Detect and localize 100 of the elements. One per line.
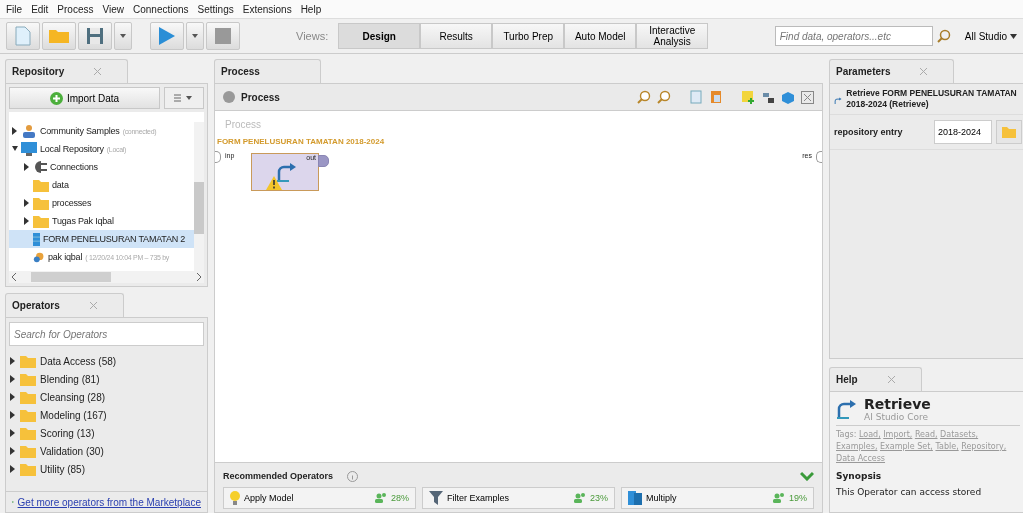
run-button[interactable] (150, 22, 184, 50)
output-port[interactable] (816, 151, 822, 163)
breadcrumb[interactable]: Process (223, 91, 280, 103)
menu-button[interactable] (164, 87, 204, 109)
close-icon[interactable] (89, 302, 97, 309)
tree-item[interactable]: data (9, 176, 194, 194)
folder-icon (1002, 126, 1016, 138)
clipboard-icon[interactable] (709, 90, 723, 104)
scroll-left-icon[interactable] (9, 273, 19, 281)
folder-icon (48, 28, 70, 44)
expand-arrow-icon[interactable] (24, 199, 30, 207)
tree-item[interactable]: FORM PENELUSURAN TAMATAN 2 (9, 230, 194, 248)
operator-group[interactable]: Data Access (58) (40, 355, 117, 367)
expand-arrow-icon[interactable] (10, 393, 16, 401)
expand-arrow-icon[interactable] (12, 127, 18, 135)
menu-item[interactable]: Edit (31, 3, 49, 15)
scroll-right-icon[interactable] (194, 273, 204, 281)
menu-item[interactable]: Extensions (242, 3, 292, 15)
recommended-operator[interactable]: Filter Examples 23% (422, 487, 615, 509)
input-port[interactable] (215, 151, 221, 163)
close-icon[interactable] (920, 68, 928, 75)
operator-group[interactable]: Blending (81) (40, 373, 100, 385)
input-field[interactable]: 2018-2024 (934, 120, 992, 144)
process-tab[interactable]: Process (214, 59, 321, 83)
search-field[interactable]: Search for Operators (9, 322, 204, 346)
folder-icon (20, 354, 36, 368)
link-icon[interactable] (761, 90, 775, 104)
operators-tab[interactable]: Operators (5, 293, 124, 317)
menu-item[interactable]: Help (300, 3, 322, 15)
expand-arrow-icon[interactable] (10, 357, 16, 365)
expand-arrow-icon[interactable] (10, 465, 16, 473)
operator-group[interactable]: Modeling (167) (40, 409, 107, 421)
operator-group[interactable]: Cleansing (28) (40, 391, 106, 403)
recommended-operator[interactable]: Apply Model 28% (223, 487, 416, 509)
stop-button[interactable] (206, 22, 240, 50)
expand-arrow-icon[interactable] (24, 163, 30, 171)
database-icon (33, 232, 40, 246)
retrieve-icon (276, 162, 298, 182)
info-icon[interactable] (347, 470, 359, 482)
menu-item[interactable]: File (6, 3, 23, 15)
circle-icon (223, 91, 235, 103)
fit-icon[interactable] (801, 90, 814, 104)
view-tab[interactable]: Turbo Prep (492, 23, 565, 49)
expand-arrow-icon[interactable] (10, 411, 16, 419)
cube-icon[interactable] (781, 90, 795, 104)
view-tab[interactable]: Auto Model (564, 23, 637, 49)
users-icon (375, 493, 387, 503)
parameters-tab[interactable]: Parameters (829, 59, 955, 83)
close-icon[interactable] (887, 376, 895, 383)
folder-icon (33, 196, 49, 210)
help-subtitle: AI Studio Core (864, 412, 930, 422)
output-port[interactable] (318, 155, 329, 167)
tree-item[interactable]: Connections (9, 158, 194, 176)
scope-dropdown[interactable]: All Studio (956, 30, 1017, 42)
view-tab[interactable]: Results (420, 23, 493, 49)
play-icon (158, 26, 176, 46)
parameter-label: repository entry (834, 127, 904, 137)
expand-arrow-icon[interactable] (24, 217, 30, 225)
save-dropdown-button[interactable] (114, 22, 132, 50)
monitor-icon (21, 142, 37, 156)
repository-tab[interactable]: Repository (5, 59, 129, 83)
multiply-icon (628, 491, 642, 505)
canvas-label: Process (225, 119, 262, 130)
expand-arrow-icon[interactable] (10, 447, 16, 455)
zoom-out-icon[interactable] (657, 90, 671, 104)
scrollbar[interactable] (9, 271, 204, 283)
tree-item[interactable]: processes (9, 194, 194, 212)
save-button[interactable] (78, 22, 112, 50)
zoom-in-icon[interactable] (637, 90, 651, 104)
scrollbar[interactable] (194, 122, 204, 271)
help-tab[interactable]: Help (829, 367, 922, 391)
users-icon (773, 493, 785, 503)
new-file-button[interactable] (6, 22, 40, 50)
view-tab[interactable]: Design (338, 23, 421, 49)
process-title: FORM PENELUSURAN TAMATAN 2018-2024 (217, 137, 385, 146)
menu-item[interactable]: Settings (197, 3, 234, 15)
run-dropdown-button[interactable] (186, 22, 204, 50)
menu-item[interactable]: Process (57, 3, 94, 15)
marketplace-link[interactable]: Get more operators from the Marketplace (17, 496, 201, 508)
search-field[interactable]: Find data, operators...etc (774, 26, 933, 46)
funnel-icon (429, 491, 443, 505)
recommended-operator[interactable]: Multiply 19% (621, 487, 814, 509)
search-icon[interactable] (936, 29, 951, 43)
operator-group[interactable]: Utility (85) (40, 463, 85, 475)
retrieve-icon (836, 399, 858, 419)
collapse-icon[interactable] (800, 471, 814, 481)
operator-group[interactable]: Scoring (13) (40, 427, 95, 439)
view-tab[interactable]: Interactive Analysis (636, 23, 709, 49)
operator-heading: Retrieve FORM PENELUSURAN TAMATAN 2018-2024 (Retrieve) (846, 88, 1018, 110)
tree-item[interactable]: Tugas Pak Iqbal (9, 212, 194, 230)
menu-item[interactable]: Connections (133, 3, 189, 15)
caret-icon (192, 34, 198, 38)
expand-arrow-icon[interactable] (10, 375, 16, 383)
import-data-button[interactable]: Import Data (9, 87, 160, 109)
operator-group[interactable]: Validation (30) (40, 445, 104, 457)
close-icon[interactable] (94, 68, 102, 75)
expand-arrow-icon[interactable] (10, 429, 16, 437)
note-icon[interactable] (741, 90, 755, 104)
menu-item[interactable]: View (102, 3, 124, 15)
expand-arrow-icon[interactable] (12, 145, 18, 153)
